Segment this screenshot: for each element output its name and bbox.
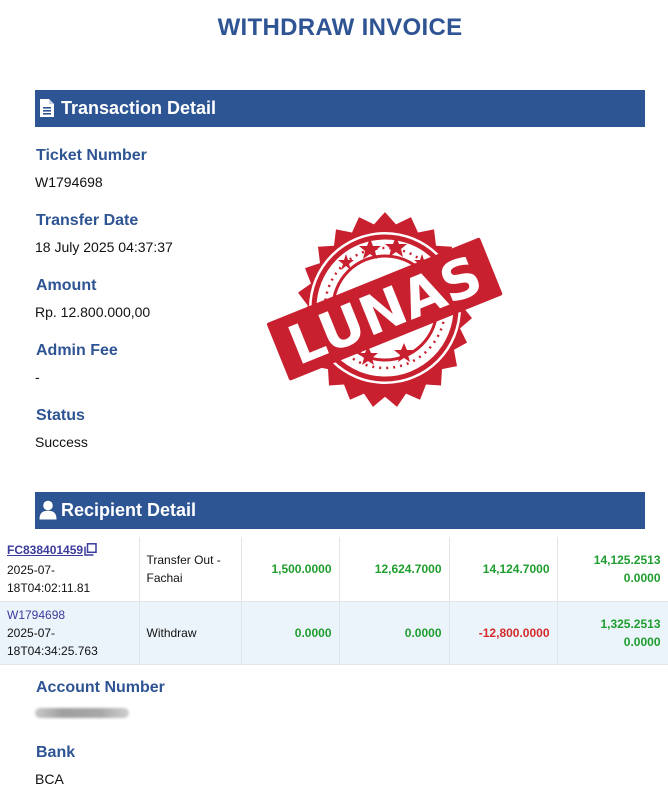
section-heading: Transaction Detail — [61, 98, 217, 118]
total-secondary: 0.0000 — [623, 635, 661, 649]
row-time: 18T04:02:11.81 — [7, 581, 91, 595]
amount-label: Amount — [36, 277, 97, 294]
section-heading: Recipient Detail — [61, 500, 197, 520]
document-icon — [39, 98, 57, 120]
balance-before-cell: 12,624.7000 — [339, 537, 450, 602]
bank-label: Bank — [36, 744, 76, 761]
amount-cell: 1,500.0000 — [241, 537, 340, 602]
row-date: 2025-07- — [7, 563, 56, 577]
transfer-date-label: Transfer Date — [36, 212, 139, 229]
table-row: W1794698 2025-07- 18T04:34:25.763 Withdr… — [0, 601, 668, 665]
ref-cell: W1794698 2025-07- 18T04:34:25.763 — [0, 601, 140, 665]
total-secondary: 0.0000 — [623, 571, 661, 585]
copy-icon[interactable] — [84, 543, 97, 561]
admin-fee-value: - — [35, 369, 40, 385]
table-row: FC838401459 2025-07- 18T04:02:11.81 Tran… — [0, 537, 668, 602]
status-label: Status — [36, 407, 85, 424]
total-cell: 14,125.2513 0.0000 — [557, 537, 668, 602]
type-cell: Withdraw — [139, 601, 242, 665]
row-date: 2025-07- — [7, 626, 56, 640]
balance-before-cell: 0.0000 — [339, 601, 450, 665]
ref-cell: FC838401459 2025-07- 18T04:02:11.81 — [0, 537, 140, 602]
total-value: 14,125.2513 — [593, 553, 661, 567]
paid-stamp: LUNAS — [266, 212, 503, 407]
recipient-detail-header: Recipient Detail — [35, 492, 645, 529]
bank-value: BCA — [35, 771, 64, 787]
ticket-number-label: Ticket Number — [36, 147, 147, 164]
balance-after-cell: -12,800.0000 — [449, 601, 558, 665]
transaction-ref: W1794698 — [7, 608, 66, 622]
type-cell: Transfer Out - Fachai — [139, 537, 242, 602]
user-icon — [39, 500, 57, 522]
ledger-table: FC838401459 2025-07- 18T04:02:11.81 Tran… — [0, 537, 668, 665]
amount-cell: 0.0000 — [241, 601, 340, 665]
transfer-date-value: 18 July 2025 04:37:37 — [35, 239, 173, 255]
ticket-number-value: W1794698 — [35, 174, 103, 190]
total-value: 1,325.2513 — [600, 617, 661, 631]
total-cell: 1,325.2513 0.0000 — [557, 601, 668, 665]
transaction-detail-header: Transaction Detail — [35, 90, 645, 127]
status-value: Success — [35, 434, 88, 450]
account-number-redacted — [35, 708, 129, 718]
page-title: WITHDRAW INVOICE — [217, 14, 463, 41]
balance-after-cell: 14,124.7000 — [449, 537, 558, 602]
transaction-link[interactable]: FC838401459 — [7, 543, 83, 557]
admin-fee-label: Admin Fee — [36, 342, 118, 359]
account-number-label: Account Number — [36, 679, 165, 696]
row-time: 18T04:34:25.763 — [7, 644, 98, 658]
amount-value: Rp. 12.800.000,00 — [35, 304, 151, 320]
